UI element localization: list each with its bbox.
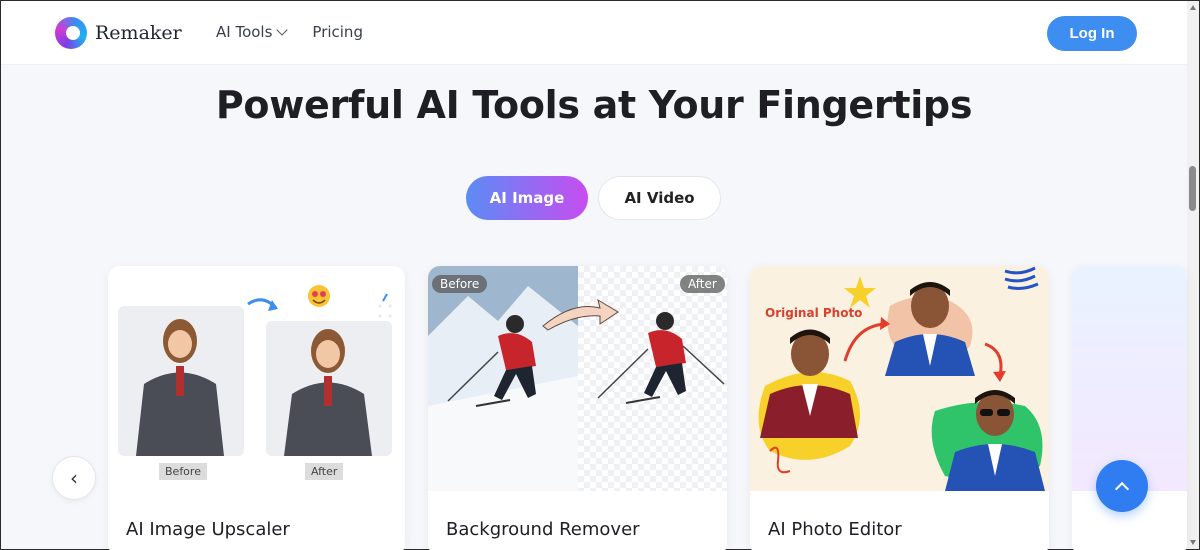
brand-logo[interactable]: Remaker — [55, 17, 182, 49]
tool-card-photo-editor[interactable]: Original Photo AI Photo Editor — [750, 266, 1049, 550]
card-preview-image — [1072, 266, 1187, 491]
brand-name: Remaker — [95, 22, 182, 44]
logo-icon — [55, 17, 87, 49]
tool-card-image-upscaler[interactable]: Before After AI Image Upscaler — [108, 266, 405, 550]
main-nav: AI Tools Pricing — [216, 23, 363, 41]
tab-ai-video[interactable]: AI Video — [598, 176, 721, 220]
tool-card-background-remover[interactable]: Before After Background Remover — [428, 266, 727, 550]
tab-ai-image[interactable]: AI Image — [466, 176, 588, 220]
card-title: AI Photo Editor — [768, 519, 902, 540]
nav-ai-tools-label: AI Tools — [216, 23, 273, 41]
after-label: After — [680, 275, 725, 293]
card-title: Background Remover — [446, 519, 640, 540]
chevron-down-icon — [276, 24, 289, 36]
card-title: AI Image Upscaler — [126, 519, 290, 540]
background-remover-illustration — [428, 266, 727, 491]
login-button[interactable]: Log In — [1047, 16, 1137, 51]
chevron-up-icon — [1114, 481, 1130, 496]
before-label: Before — [432, 275, 488, 293]
before-label: Before — [159, 463, 207, 480]
photo-editor-illustration — [750, 266, 1049, 491]
nav-pricing[interactable]: Pricing — [312, 23, 363, 41]
carousel-prev-button[interactable]: ‹ — [52, 456, 96, 500]
scroll-down-arrow-icon[interactable] — [1190, 540, 1196, 545]
chevron-left-icon: ‹ — [70, 466, 78, 490]
page-title: Powerful AI Tools at Your Fingertips — [215, 83, 973, 127]
card-preview-image: Before After — [108, 266, 405, 491]
scroll-up-arrow-icon[interactable] — [1190, 5, 1196, 10]
after-label: After — [305, 463, 344, 480]
back-to-top-button[interactable] — [1096, 460, 1148, 512]
original-photo-label: Original Photo — [765, 306, 863, 320]
upscaler-illustration — [108, 266, 405, 491]
card-preview-image: Original Photo — [750, 266, 1049, 491]
card-preview-image: Before After — [428, 266, 727, 491]
site-header: Remaker AI Tools Pricing Log In — [1, 1, 1187, 65]
page-scrollbar[interactable] — [1187, 1, 1199, 549]
nav-pricing-label: Pricing — [312, 23, 363, 41]
nav-ai-tools[interactable]: AI Tools — [216, 23, 289, 41]
scroll-thumb[interactable] — [1189, 166, 1196, 211]
